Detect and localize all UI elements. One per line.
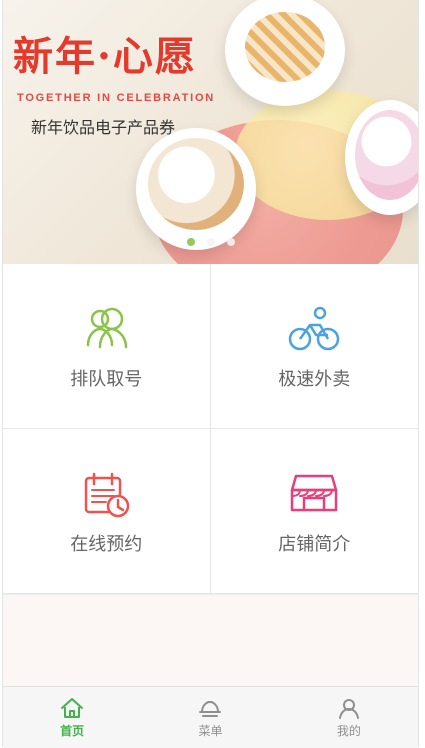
carousel-dot[interactable] (227, 238, 235, 246)
tab-home[interactable]: 首页 (3, 687, 141, 748)
feature-grid: 排队取号 极速外卖 在线预约 店铺简介 (3, 264, 418, 594)
grid-item-store-info[interactable]: 店铺简介 (210, 429, 418, 594)
carousel-dot[interactable] (187, 238, 195, 246)
promo-banner[interactable]: 新年·心愿 TOGETHER IN CELEBRATION 新年饮品电子产品券 (3, 0, 418, 264)
carousel-dots[interactable] (187, 238, 235, 246)
grid-item-delivery[interactable]: 极速外卖 (210, 264, 418, 429)
grid-item-label: 极速外卖 (278, 369, 351, 389)
tab-label: 我的 (336, 724, 361, 738)
carousel-dot[interactable] (207, 238, 215, 246)
banner-title: 新年·心愿 (13, 33, 197, 80)
tab-profile[interactable]: 我的 (280, 687, 418, 748)
calendar-clock-icon (78, 466, 134, 522)
grid-item-queue[interactable]: 排队取号 (3, 264, 211, 429)
user-icon (336, 696, 362, 720)
banner-subtitle: TOGETHER IN CELEBRATION (17, 92, 216, 104)
home-icon (59, 696, 85, 720)
banner-cup-image (136, 128, 256, 250)
grid-item-reservation[interactable]: 在线预约 (3, 429, 211, 594)
banner-description: 新年饮品电子产品券 (31, 120, 176, 137)
bottom-tab-bar: 首页 菜单 我的 (3, 686, 418, 748)
app: 新年·心愿 TOGETHER IN CELEBRATION 新年饮品电子产品券 … (2, 0, 419, 748)
store-icon (286, 466, 342, 522)
grid-item-label: 店铺简介 (278, 534, 351, 554)
tab-label: 首页 (60, 724, 85, 738)
content-area (3, 594, 418, 687)
tab-label: 菜单 (198, 724, 223, 738)
grid-item-label: 排队取号 (70, 369, 143, 389)
people-icon (78, 301, 134, 357)
cloche-icon (197, 696, 223, 720)
grid-item-label: 在线预约 (70, 534, 143, 554)
bicycle-icon (286, 301, 342, 357)
tab-menu[interactable]: 菜单 (141, 687, 279, 748)
